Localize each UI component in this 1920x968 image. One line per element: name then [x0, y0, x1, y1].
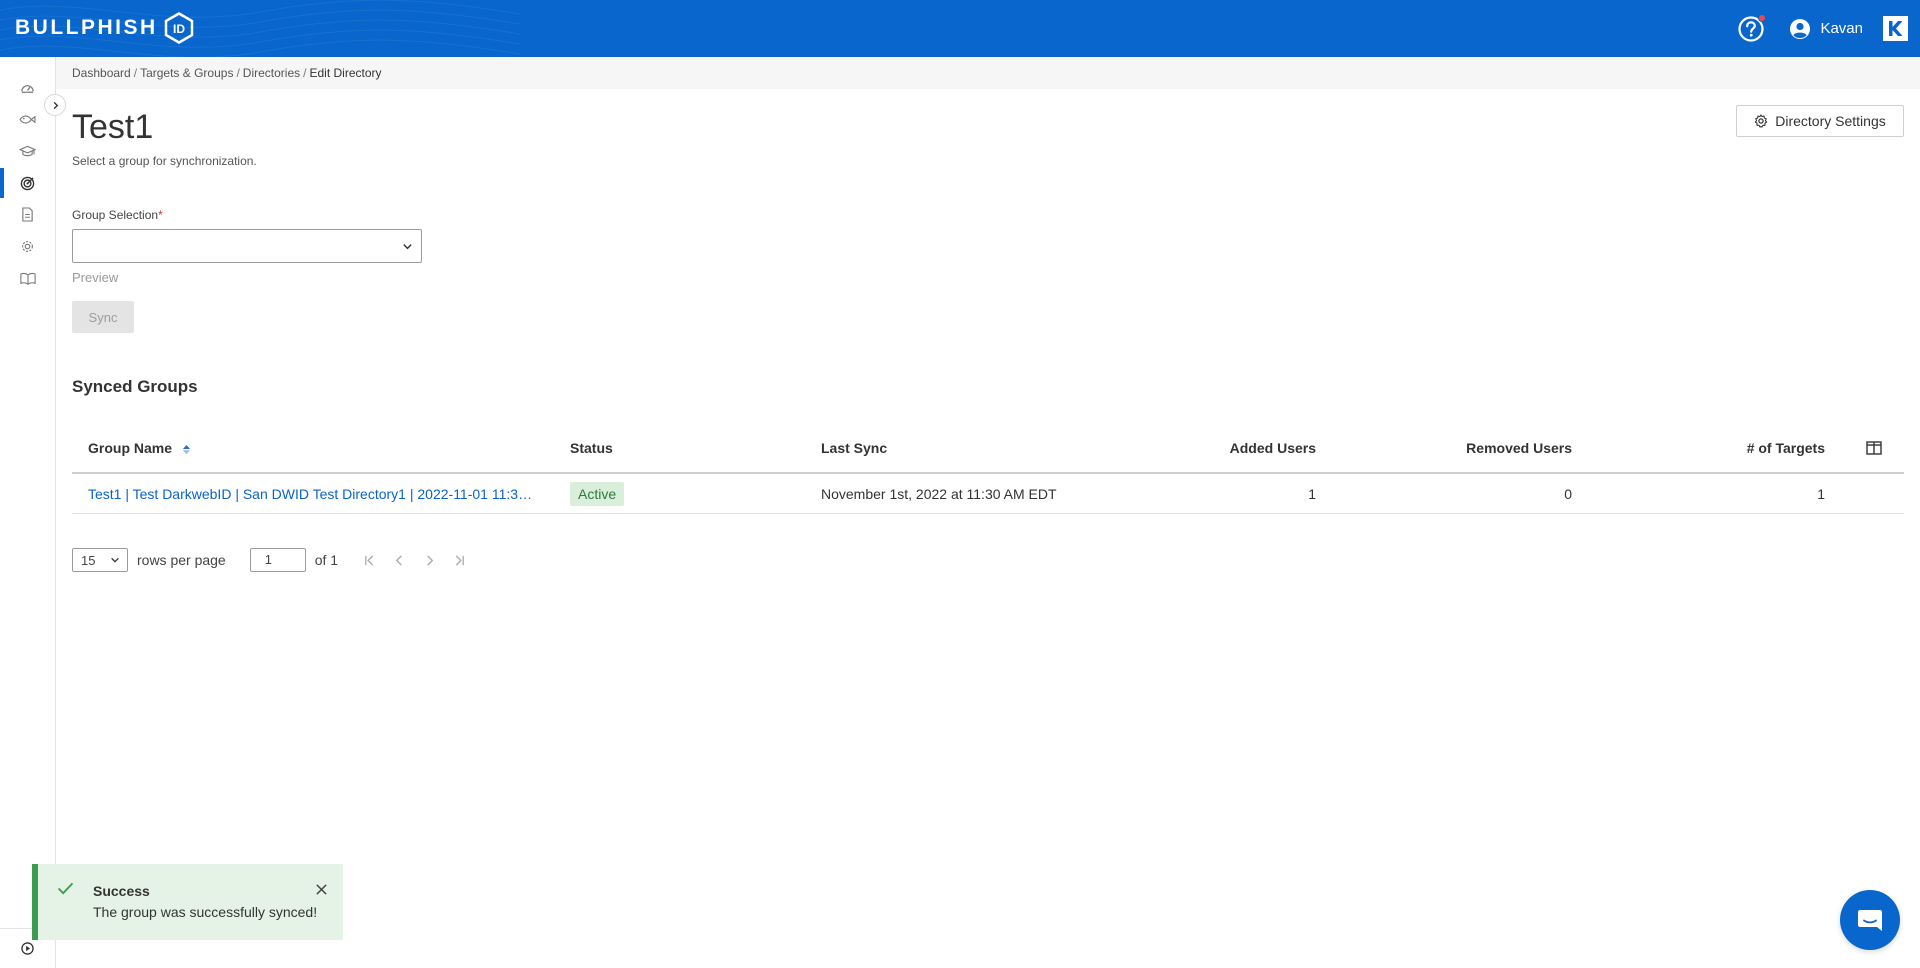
chevron-down-icon	[403, 244, 412, 250]
phishing-hook-icon	[19, 114, 36, 124]
gear-icon	[22, 240, 33, 252]
column-header-status[interactable]: Status	[570, 430, 613, 474]
columns-icon	[1866, 441, 1882, 455]
toast-message: The group was successfully synced!	[93, 904, 318, 920]
close-icon	[316, 884, 327, 895]
gear-icon	[1755, 114, 1768, 128]
column-header-last-sync[interactable]: Last Sync	[821, 430, 887, 474]
bullphish-logo[interactable]: BULLPHISH ID	[15, 12, 195, 44]
column-settings-button[interactable]	[1866, 441, 1882, 460]
chevron-right-icon	[53, 101, 58, 109]
id-badge-icon: ID	[164, 12, 193, 44]
sidebar-item-training[interactable]	[0, 136, 55, 166]
column-header-label: Group Name	[88, 440, 173, 456]
last-page-icon	[455, 554, 464, 566]
page-count-label: of 1	[314, 552, 339, 568]
breadcrumb-directories[interactable]: Directories	[243, 66, 300, 80]
preview-link[interactable]: Preview	[72, 270, 118, 285]
page-subtitle: Select a group for synchronization.	[72, 154, 257, 168]
column-header-group-name[interactable]: Group Name	[88, 430, 191, 474]
rows-per-page-value: 15	[81, 552, 96, 568]
sidebar-item-targets[interactable]	[0, 168, 55, 198]
kaseya-app-switcher[interactable]	[1883, 16, 1908, 41]
status-cell: Active	[570, 474, 625, 514]
group-selection-dropdown[interactable]	[72, 229, 422, 263]
last-sync-cell: November 1st, 2022 at 11:30 AM EDT	[821, 486, 1057, 502]
sidebar-item-reports[interactable]	[0, 199, 55, 229]
document-icon	[22, 206, 33, 222]
sidebar-expand-button[interactable]	[44, 94, 66, 116]
user-name: Kavan	[1820, 20, 1863, 37]
success-toast: Success The group was successfully synce…	[32, 864, 343, 940]
first-page-button[interactable]	[354, 548, 384, 572]
page-number-input[interactable]: 1	[249, 548, 306, 572]
breadcrumb-dashboard[interactable]: Dashboard	[72, 66, 131, 80]
chat-icon	[1858, 910, 1882, 931]
breadcrumb-separator: /	[236, 66, 240, 80]
breadcrumb-targets-groups[interactable]: Targets & Groups	[140, 66, 233, 80]
group-name-link[interactable]: Test1 | Test DarkwebID | San DWID Test D…	[88, 474, 534, 514]
synced-groups-table: Group Name Status Last Sync Added Users …	[72, 430, 1904, 514]
book-icon	[19, 272, 36, 285]
logo-badge-text: ID	[173, 22, 185, 36]
help-button[interactable]	[1737, 13, 1767, 43]
table-header: Group Name Status Last Sync Added Users …	[72, 430, 1904, 474]
required-asterisk: *	[158, 208, 163, 222]
top-navigation-bar: BULLPHISH ID Kavan	[0, 0, 1920, 57]
graduation-cap-icon	[19, 145, 36, 156]
chevron-left-icon	[395, 554, 402, 566]
breadcrumb-bar: Dashboard / Targets & Groups / Directories / E…	[56, 57, 1920, 89]
column-header-removed-users[interactable]: Removed Users	[1372, 430, 1572, 474]
rows-per-page-label: rows per page	[137, 552, 226, 568]
toast-close-button[interactable]	[315, 883, 328, 901]
user-menu[interactable]: Kavan	[1789, 18, 1863, 40]
notification-dot	[1758, 13, 1767, 22]
last-page-button[interactable]	[444, 548, 474, 572]
chat-support-button[interactable]	[1840, 890, 1900, 950]
sidebar-item-resources[interactable]	[0, 263, 55, 293]
sync-button[interactable]: Sync	[72, 301, 134, 333]
group-selection-label-text: Group Selection	[72, 208, 159, 222]
play-circle-icon	[21, 942, 34, 955]
speedometer-icon	[21, 84, 34, 93]
toast-title: Success	[93, 883, 150, 899]
column-header-targets[interactable]: # of Targets	[1625, 430, 1825, 474]
targets-cell: 1	[1817, 486, 1825, 502]
table-row: Test1 | Test DarkwebID | San DWID Test D…	[72, 474, 1904, 514]
status-badge: Active	[570, 482, 625, 506]
page-title: Test1	[72, 108, 154, 146]
pagination: 15 rows per page 1 of 1	[72, 548, 474, 572]
kaseya-k-icon	[1889, 21, 1903, 36]
group-selection-label: Group Selection*	[72, 208, 163, 222]
first-page-icon	[364, 554, 373, 566]
logo-text: BULLPHISH	[15, 16, 158, 39]
target-icon	[20, 176, 35, 190]
breadcrumb-current: Edit Directory	[309, 66, 382, 80]
column-header-added-users[interactable]: Added Users	[1116, 430, 1316, 474]
checkmark-icon	[57, 882, 74, 895]
next-page-button[interactable]	[414, 548, 444, 572]
synced-groups-title: Synced Groups	[72, 377, 198, 396]
breadcrumb: Dashboard / Targets & Groups / Directories / E…	[72, 66, 382, 80]
removed-users-cell: 0	[1564, 486, 1572, 502]
rows-per-page-select[interactable]: 15	[72, 548, 128, 572]
chevron-down-icon	[111, 557, 119, 563]
added-users-cell: 1	[1308, 486, 1316, 502]
directory-settings-button[interactable]: Directory Settings	[1736, 105, 1904, 137]
sidebar	[0, 57, 56, 968]
sort-ascending-icon	[182, 445, 191, 454]
previous-page-button[interactable]	[384, 548, 414, 572]
breadcrumb-separator: /	[133, 66, 138, 80]
chevron-right-icon	[426, 554, 433, 566]
sidebar-item-settings[interactable]	[0, 231, 55, 261]
user-circle-icon	[1790, 18, 1811, 39]
directory-settings-label: Directory Settings	[1775, 113, 1886, 129]
